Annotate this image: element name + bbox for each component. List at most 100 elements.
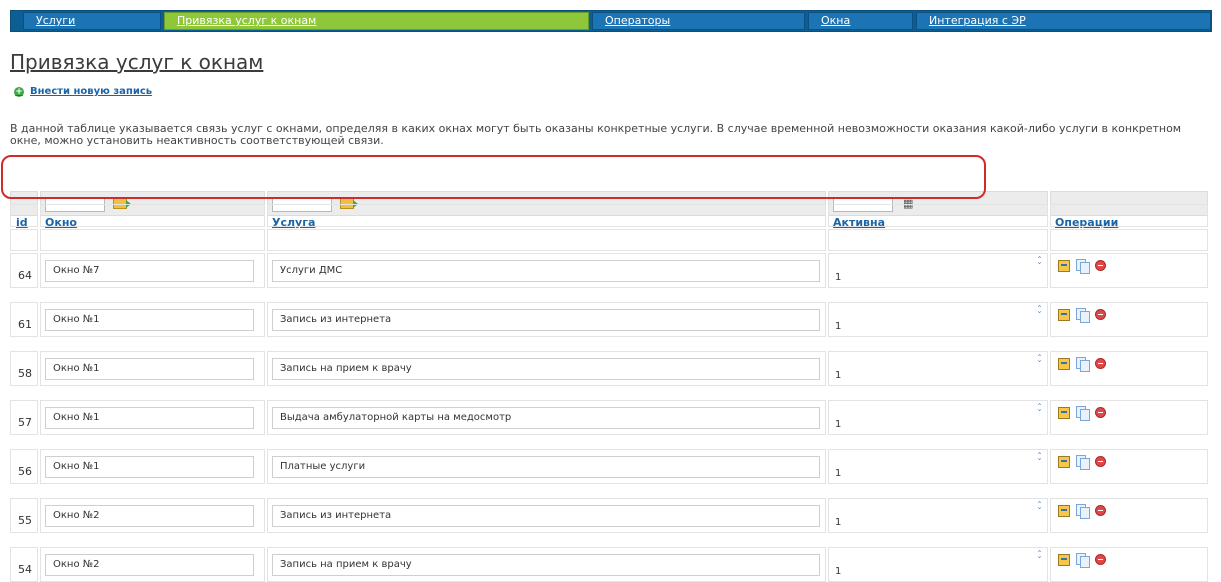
row-operations xyxy=(1058,553,1106,568)
table-row: 55 Окно №2 Запись из интернета 1 ˆ ˇ xyxy=(10,498,1208,533)
row-id-cell: 61 xyxy=(10,302,38,337)
row-service-cell: Услуги ДМС xyxy=(267,253,826,288)
row-window-cell: Окно №1 xyxy=(40,351,265,386)
active-value: 1 xyxy=(835,419,842,430)
row-operations xyxy=(1058,259,1106,274)
delete-icon[interactable] xyxy=(1095,260,1106,271)
service-field[interactable]: Запись из интернета xyxy=(272,309,820,331)
window-field[interactable]: Окно №2 xyxy=(45,505,254,527)
copy-icon[interactable] xyxy=(1076,308,1090,323)
add-record-label: Внести новую запись xyxy=(30,86,153,97)
sort-icon[interactable]: ˆˇ xyxy=(1037,502,1042,518)
row-id-cell: 57 xyxy=(10,400,38,435)
active-value: 1 xyxy=(835,272,842,283)
service-field[interactable]: Услуги ДМС xyxy=(272,260,820,282)
tab-er-integration[interactable]: Интеграция с ЭР xyxy=(916,12,1211,30)
delete-icon[interactable] xyxy=(1095,554,1106,565)
row-id-cell: 58 xyxy=(10,351,38,386)
active-value: 1 xyxy=(835,321,842,332)
service-field[interactable]: Запись из интернета xyxy=(272,505,820,527)
empty-row xyxy=(10,229,1208,251)
edit-icon[interactable] xyxy=(1058,259,1070,272)
window-field[interactable]: Окно №1 xyxy=(45,358,254,380)
add-record-link[interactable]: + Внести новую запись xyxy=(14,86,152,97)
row-id: 61 xyxy=(18,318,32,331)
row-id-cell: 56 xyxy=(10,449,38,484)
copy-icon[interactable] xyxy=(1076,553,1090,568)
row-window-cell: Окно №2 xyxy=(40,498,265,533)
row-window-cell: Окно №1 xyxy=(40,449,265,484)
window-field[interactable]: Окно №1 xyxy=(45,407,254,429)
tab-windows[interactable]: Окна xyxy=(808,12,913,30)
delete-icon[interactable] xyxy=(1095,309,1106,320)
edit-icon[interactable] xyxy=(1058,455,1070,468)
row-id: 56 xyxy=(18,465,32,478)
row-operations xyxy=(1058,504,1106,519)
row-active-cell: 1 ˆˇ xyxy=(828,351,1048,386)
row-operations xyxy=(1058,357,1106,372)
row-id-cell: 64 xyxy=(10,253,38,288)
row-ops-cell xyxy=(1050,449,1208,484)
active-value: 1 xyxy=(835,517,842,528)
window-field[interactable]: Окно №1 xyxy=(45,309,254,331)
copy-icon[interactable] xyxy=(1076,504,1090,519)
table-row: 57 Окно №1 Выдача амбулаторной карты на ме… xyxy=(10,400,1208,435)
copy-icon[interactable] xyxy=(1076,406,1090,421)
row-ops-cell xyxy=(1050,253,1208,288)
edit-icon[interactable] xyxy=(1058,504,1070,517)
copy-icon[interactable] xyxy=(1076,259,1090,274)
row-id: 54 xyxy=(18,563,32,576)
tab-services[interactable]: Услуги xyxy=(23,12,161,30)
edit-icon[interactable] xyxy=(1058,357,1070,370)
window-field[interactable]: Окно №2 xyxy=(45,554,254,576)
delete-icon[interactable] xyxy=(1095,456,1106,467)
window-field[interactable]: Окно №7 xyxy=(45,260,254,282)
row-ops-cell xyxy=(1050,498,1208,533)
service-field[interactable]: Запись на прием к врачу xyxy=(272,554,820,576)
window-field[interactable]: Окно №1 xyxy=(45,456,254,478)
row-id: 57 xyxy=(18,416,32,429)
edit-icon[interactable] xyxy=(1058,308,1070,321)
row-service-cell: Запись на прием к врачу xyxy=(267,351,826,386)
sort-icon[interactable]: ˆˇ xyxy=(1037,404,1042,420)
row-service-cell: Запись из интернета xyxy=(267,302,826,337)
row-ops-cell xyxy=(1050,400,1208,435)
active-value: 1 xyxy=(835,468,842,479)
row-operations xyxy=(1058,455,1106,470)
row-service-cell: Выдача амбулаторной карты на медосмотр xyxy=(267,400,826,435)
delete-icon[interactable] xyxy=(1095,358,1106,369)
add-icon: + xyxy=(14,86,24,97)
sort-icon[interactable]: ˆˇ xyxy=(1037,355,1042,371)
sort-icon[interactable]: ˆˇ xyxy=(1037,453,1042,469)
row-id: 64 xyxy=(18,269,32,282)
row-id: 58 xyxy=(18,367,32,380)
active-value: 1 xyxy=(835,566,842,577)
service-field[interactable]: Платные услуги xyxy=(272,456,820,478)
service-field[interactable]: Выдача амбулаторной карты на медосмотр xyxy=(272,407,820,429)
row-ops-cell xyxy=(1050,351,1208,386)
sort-icon[interactable]: ˆˇ xyxy=(1037,306,1042,322)
table-row: 56 Окно №1 Платные услуги 1 ˆ ˇ xyxy=(10,449,1208,484)
row-window-cell: Окно №1 xyxy=(40,400,265,435)
active-value: 1 xyxy=(835,370,842,381)
table-row: 64 Окно №7 Услуги ДМС 1 ˆ ˇ xyxy=(10,253,1208,288)
table-row: 58 Окно №1 Запись на прием к врачу 1 ˆ ˇ xyxy=(10,351,1208,386)
row-service-cell: Запись из интернета xyxy=(267,498,826,533)
service-field[interactable]: Запись на прием к врачу xyxy=(272,358,820,380)
edit-icon[interactable] xyxy=(1058,553,1070,566)
row-active-cell: 1 ˆˇ xyxy=(828,400,1048,435)
row-id-cell: 55 xyxy=(10,498,38,533)
sort-icon[interactable]: ˆˇ xyxy=(1037,551,1042,567)
edit-icon[interactable] xyxy=(1058,406,1070,419)
delete-icon[interactable] xyxy=(1095,505,1106,516)
tab-service-window-binding[interactable]: Привязка услуг к окнам xyxy=(164,12,589,30)
row-operations xyxy=(1058,406,1106,421)
row-active-cell: 1 ˆˇ xyxy=(828,498,1048,533)
tab-operators[interactable]: Операторы xyxy=(592,12,805,30)
delete-icon[interactable] xyxy=(1095,407,1106,418)
copy-icon[interactable] xyxy=(1076,455,1090,470)
row-window-cell: Окно №7 xyxy=(40,253,265,288)
sort-icon[interactable]: ˆˇ xyxy=(1037,257,1042,273)
copy-icon[interactable] xyxy=(1076,357,1090,372)
row-active-cell: 1 ˆˇ xyxy=(828,449,1048,484)
